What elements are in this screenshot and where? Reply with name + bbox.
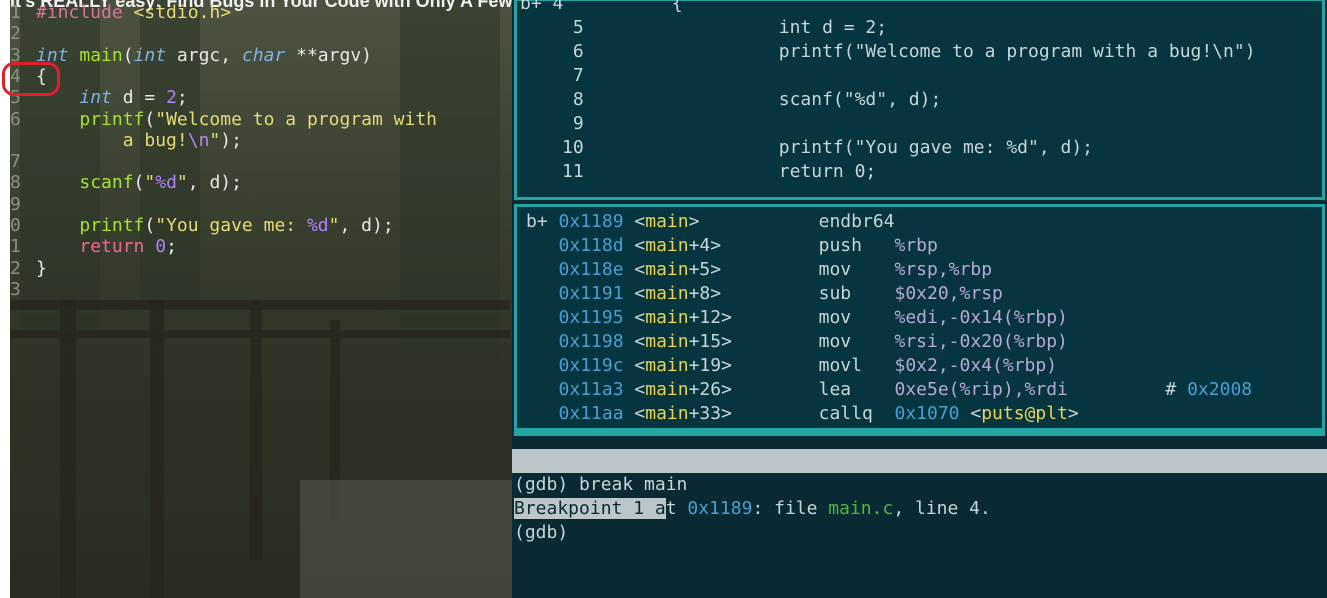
asm-line: 0x118e <main+5> mov %rsp,%rbp	[558, 259, 993, 280]
source-line: 8 scanf("%d", d);	[562, 89, 942, 110]
gdb-source-window[interactable]: b+ 4 { 5 int d = 2; 6 printf("Welcome to…	[514, 0, 1325, 200]
editor-line: a bug!\n");	[122, 129, 242, 151]
asm-line: 0x1195 <main+12> mov %edi,-0x14(%rbp)	[558, 307, 1068, 328]
source-line: 7	[562, 65, 606, 86]
asm-line: 0x118d <main+4> push %rbp	[558, 235, 938, 256]
editor-line: 6 printf("Welcome to a program with	[10, 108, 437, 130]
gdb-tui-pane: b+ 4 { 5 int d = 2; 6 printf("Welcome to…	[512, 0, 1327, 598]
selected-text: Breakpoint 1 a	[514, 498, 666, 519]
editor-line: 7	[10, 151, 21, 173]
editor-line: 3	[10, 278, 21, 300]
window-divider	[514, 428, 1325, 436]
editor-line: 1 #include <stdio.h>	[10, 2, 232, 23]
source-line: b+ 4 {	[520, 0, 683, 14]
editor-line: 2	[10, 23, 21, 45]
editor-line: 0 printf("You gave me: %d", d);	[10, 215, 394, 236]
asm-line: 0x1191 <main+8> sub $0x20,%rsp	[558, 283, 1003, 304]
gdb-asm-window[interactable]: b+ 0x1189 <main> endbr64 0x118d <main+4>…	[514, 204, 1325, 434]
code-editor-pane: It's REALLY easy: Find Bugs in Your Code…	[0, 0, 512, 598]
source-line: 6 printf("Welcome to a program with a bu…	[562, 41, 1256, 62]
editor-line: 9	[10, 193, 21, 215]
editor-line: 2}	[10, 257, 47, 279]
source-line: 9	[562, 113, 606, 134]
editor-line: 1 return 0;	[10, 236, 177, 258]
source-line: 5 int d = 2;	[562, 17, 888, 38]
asm-line: 0x11a3 <main+26> lea 0xe5e(%rip),%rdi # …	[558, 379, 1253, 400]
status-line: L??	[1178, 498, 1211, 519]
asm-line: b+ 0x1189 <main> endbr64	[526, 211, 895, 232]
editor-line: 8 scanf("%d", d);	[10, 172, 242, 194]
asm-line: 0x119c <main+19> movl $0x2,-0x4(%rbp)	[558, 355, 1058, 376]
asm-line: 0x1198 <main+15> mov %rsi,-0x20(%rbp)	[558, 331, 1068, 352]
red-annotation-circle	[2, 62, 60, 96]
console-prompt[interactable]: (gdb)	[514, 521, 568, 545]
source-line: 11 return 0;	[562, 161, 877, 182]
editor-line: 3 int main(int argc, char **argv)	[10, 44, 372, 66]
asm-line: 0x11aa <main+33> callq 0x1070 <puts@plt>	[558, 403, 1079, 424]
console-command: (gdb) break main	[514, 474, 688, 495]
source-line: 10 printf("You gave me: %d", d);	[562, 137, 1094, 158]
gdb-status-bar: exec No process In: L?? PC: ??	[512, 449, 1327, 543]
console-breakpoint-msg: Breakpoint 1 at 0x1189: file main.c, lin…	[514, 498, 991, 519]
status-pc: PC: ??	[1246, 522, 1312, 543]
